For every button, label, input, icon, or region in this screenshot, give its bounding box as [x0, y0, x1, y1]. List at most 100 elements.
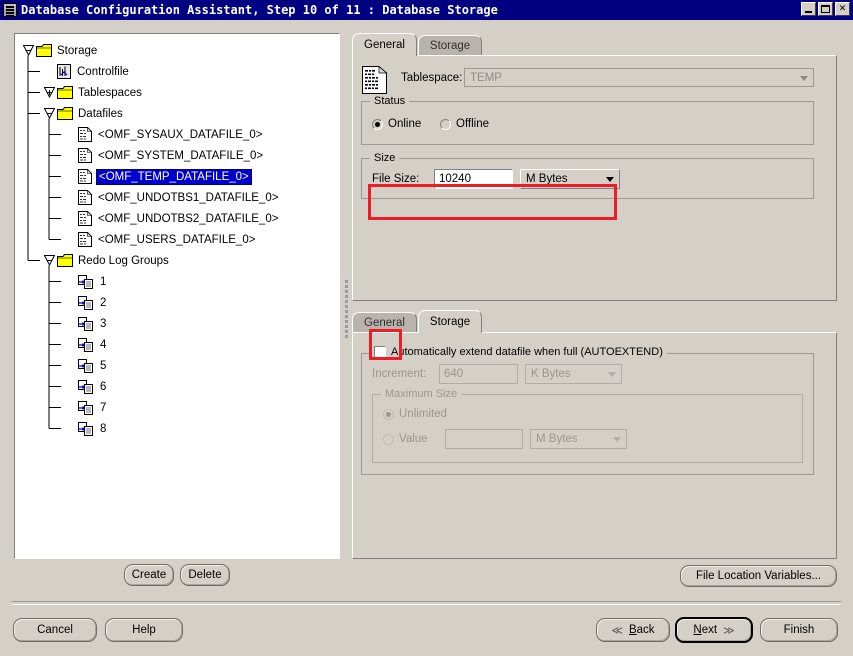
- tree-item-selected[interactable]: <OMF_TEMP_DATAFILE_0>: [15, 166, 339, 187]
- back-button[interactable]: ≪ Back: [596, 618, 670, 642]
- datafile-icon: [78, 147, 93, 163]
- tab-general-bottom[interactable]: General: [352, 312, 417, 333]
- tree-item[interactable]: Tablespaces: [15, 82, 339, 103]
- close-button[interactable]: ✕: [835, 2, 850, 16]
- tree-item-label: 2: [100, 296, 107, 309]
- autoextend-checkbox[interactable]: [374, 346, 386, 358]
- radio-online-mark: [372, 118, 383, 130]
- tree-item[interactable]: <OMF_UNDOTBS1_DATAFILE_0>: [15, 187, 339, 208]
- tree-item[interactable]: <OMF_UNDOTBS2_DATAFILE_0>: [15, 208, 339, 229]
- max-value-unit-combo[interactable]: M Bytes: [530, 429, 627, 449]
- next-button[interactable]: Next ≫: [675, 617, 753, 643]
- maximize-button[interactable]: [818, 2, 833, 16]
- tree-item[interactable]: <OMF_SYSTEM_DATAFILE_0>: [15, 145, 339, 166]
- top-tab-body: Tablespace: TEMP Status Online Offline S…: [352, 55, 837, 301]
- max-value-input[interactable]: [445, 429, 523, 449]
- minimize-button[interactable]: [801, 2, 816, 16]
- collapse-icon[interactable]: [44, 255, 55, 266]
- next-button-label: Next: [693, 624, 718, 636]
- size-group: Size File Size: 10240 M Bytes: [361, 152, 814, 199]
- tab-general-top-label: General: [364, 39, 405, 51]
- back-button-label: Back: [628, 624, 655, 636]
- tree-item[interactable]: 8: [15, 418, 339, 439]
- radio-online[interactable]: Online: [372, 118, 421, 130]
- folder-icon: [57, 86, 73, 99]
- delete-button[interactable]: Delete: [180, 564, 230, 586]
- radio-offline-mark: [440, 118, 451, 130]
- collapse-icon[interactable]: [44, 108, 55, 119]
- tree-item[interactable]: 1: [15, 271, 339, 292]
- storage-tree-panel[interactable]: Storage Controlfile Tablespaces Datafiles <O…: [14, 33, 340, 559]
- folder-icon: [36, 44, 52, 57]
- radio-unlimited-label: Unlimited: [399, 408, 447, 420]
- storage-tree[interactable]: Storage Controlfile Tablespaces Datafiles <O…: [15, 34, 339, 439]
- window-title: Database Configuration Assistant, Step 1…: [21, 3, 498, 17]
- tab-general-top[interactable]: General: [352, 33, 417, 56]
- tree-item-label: <OMF_SYSTEM_DATAFILE_0>: [98, 149, 264, 162]
- tree-item[interactable]: Controlfile: [15, 61, 339, 82]
- radio-offline-label: Offline: [456, 118, 490, 130]
- tree-item[interactable]: 3: [15, 313, 339, 334]
- bottom-tab-body: Automatically extend datafile when full …: [352, 332, 837, 559]
- cancel-button[interactable]: Cancel: [13, 618, 97, 642]
- tree-item-label: Controlfile: [77, 65, 129, 78]
- chevron-left-icon: ≪: [611, 624, 623, 637]
- increment-unit-combo[interactable]: K Bytes: [525, 364, 622, 384]
- tree-item[interactable]: Datafiles: [15, 103, 339, 124]
- redolog-icon: [78, 421, 94, 436]
- finish-button[interactable]: Finish: [760, 618, 838, 642]
- autoextend-group-title[interactable]: Automatically extend datafile when full …: [370, 346, 667, 358]
- cancel-button-label: Cancel: [37, 624, 73, 636]
- status-group: Status Online Offline: [361, 95, 814, 145]
- max-size-group: Maximum Size Unlimited Value M Bytes: [372, 388, 803, 463]
- tree-item[interactable]: 5: [15, 355, 339, 376]
- help-button[interactable]: Help: [105, 618, 183, 642]
- file-size-value: 10240: [439, 173, 471, 185]
- tree-item-label: Tablespaces: [78, 86, 142, 99]
- tab-general-bottom-label: General: [364, 317, 405, 329]
- create-button[interactable]: Create: [124, 564, 174, 586]
- chevron-down-icon: [613, 437, 621, 442]
- tree-item-label: <OMF_UNDOTBS1_DATAFILE_0>: [98, 191, 279, 204]
- datafile-icon: [78, 210, 93, 226]
- collapse-icon[interactable]: [23, 45, 34, 56]
- tab-storage-top-label: Storage: [429, 40, 471, 52]
- tablespace-combo[interactable]: TEMP: [464, 68, 814, 87]
- tree-item-label: Storage: [57, 44, 98, 57]
- delete-button-label: Delete: [188, 569, 222, 581]
- finish-button-label: Finish: [783, 624, 815, 636]
- tree-item-label: 5: [100, 359, 107, 372]
- redolog-icon: [78, 295, 94, 310]
- tree-item-label: 6: [100, 380, 107, 393]
- radio-offline[interactable]: Offline: [440, 118, 489, 130]
- radio-unlimited-mark: [383, 408, 394, 420]
- tree-item[interactable]: 4: [15, 334, 339, 355]
- tree-item-label: 4: [100, 338, 107, 351]
- expand-icon[interactable]: [44, 87, 55, 98]
- increment-unit-value: K Bytes: [531, 368, 571, 380]
- tree-item[interactable]: 7: [15, 397, 339, 418]
- radio-unlimited[interactable]: Unlimited: [383, 408, 447, 420]
- tree-item[interactable]: 2: [15, 292, 339, 313]
- max-size-group-title: Maximum Size: [381, 388, 462, 400]
- bottom-tabstrip[interactable]: General Storage: [352, 310, 483, 333]
- increment-input[interactable]: 640: [439, 364, 518, 384]
- tab-storage-bottom[interactable]: Storage: [417, 310, 483, 333]
- tree-item[interactable]: 6: [15, 376, 339, 397]
- folder-icon: [57, 254, 73, 267]
- redolog-icon: [78, 400, 94, 415]
- top-tabstrip[interactable]: General Storage: [352, 33, 483, 56]
- controlfile-icon: [57, 64, 71, 79]
- tree-item[interactable]: <OMF_USERS_DATAFILE_0>: [15, 229, 339, 250]
- radio-value[interactable]: Value: [383, 433, 428, 445]
- file-size-unit-value: M Bytes: [526, 173, 568, 185]
- tree-item[interactable]: <OMF_SYSAUX_DATAFILE_0>: [15, 124, 339, 145]
- file-location-variables-button[interactable]: File Location Variables...: [680, 565, 837, 587]
- tab-storage-top[interactable]: Storage: [417, 35, 483, 56]
- panel-splitter[interactable]: [343, 280, 350, 340]
- tree-item[interactable]: Storage: [15, 40, 339, 61]
- file-size-input[interactable]: 10240: [434, 169, 513, 189]
- database-icon: [3, 3, 17, 17]
- tree-item[interactable]: Redo Log Groups: [15, 250, 339, 271]
- file-size-unit-combo[interactable]: M Bytes: [520, 169, 620, 189]
